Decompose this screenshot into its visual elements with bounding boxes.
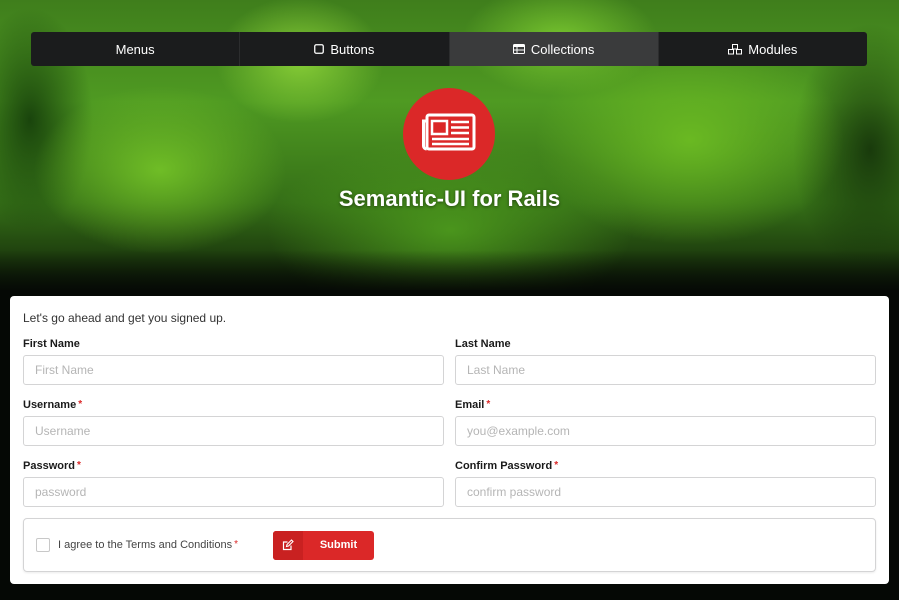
email-label: Email * bbox=[455, 399, 491, 411]
nav-item-label: Menus bbox=[115, 41, 155, 57]
table-icon bbox=[512, 44, 525, 54]
submit-button[interactable]: Submit bbox=[272, 530, 374, 560]
password-field-group: Password * bbox=[23, 460, 444, 507]
nav-item-label: Collections bbox=[530, 41, 595, 57]
account-row: Username* Email* bbox=[23, 399, 876, 446]
square-outline-icon bbox=[314, 44, 325, 54]
first-name-label: First Name bbox=[23, 338, 80, 350]
nav-item-collections[interactable]: Collections bbox=[449, 32, 659, 66]
name-row: First Name Last Name bbox=[23, 338, 876, 385]
confirm-password-field-group: Confirm Password * bbox=[455, 460, 876, 507]
required-marker: * bbox=[486, 399, 491, 410]
terms-checkbox[interactable] bbox=[36, 538, 50, 552]
nav-item-buttons[interactable]: Buttons bbox=[240, 32, 450, 66]
last-name-input[interactable] bbox=[455, 355, 876, 385]
top-nav: Menus Buttons Collections Modules bbox=[31, 32, 867, 66]
nav-item-label: Modules bbox=[748, 41, 798, 57]
password-input[interactable] bbox=[23, 477, 444, 507]
terms-segment: I agree to the Terms and Conditions * Sub… bbox=[23, 518, 876, 572]
edit-icon bbox=[272, 530, 303, 560]
signup-form: Let's go ahead and get you signed up. Fi… bbox=[10, 296, 889, 584]
email-field-group: Email * bbox=[455, 399, 876, 446]
password-label: Password * bbox=[23, 460, 81, 472]
nav-item-modules[interactable]: Modules bbox=[659, 32, 867, 66]
page-title: Semantic-UI for Rails bbox=[338, 186, 561, 211]
last-name-field-group: Last Name bbox=[455, 338, 876, 385]
required-marker: * bbox=[78, 399, 83, 410]
last-name-label: Last Name bbox=[455, 338, 511, 350]
first-name-input[interactable] bbox=[23, 355, 444, 385]
form-intro: Let's go ahead and get you signed up. bbox=[23, 311, 227, 325]
nav-item-menus[interactable]: Menus bbox=[31, 32, 241, 66]
username-input[interactable] bbox=[23, 416, 444, 446]
newspaper-icon bbox=[422, 113, 476, 156]
nav-item-label: Buttons bbox=[330, 41, 375, 57]
username-field-group: Username * bbox=[23, 399, 444, 446]
required-marker: * bbox=[234, 539, 238, 550]
required-marker: * bbox=[76, 460, 81, 471]
cubes-icon bbox=[728, 43, 743, 55]
password-row: Password * Confirm Password * bbox=[23, 460, 876, 507]
email-input[interactable] bbox=[455, 416, 876, 446]
username-label: Username * bbox=[23, 399, 83, 411]
confirm-password-label: Confirm Password * bbox=[455, 460, 559, 472]
first-name-field-group: First Name bbox=[23, 338, 444, 385]
confirm-password-input[interactable] bbox=[455, 477, 876, 507]
terms-label[interactable]: I agree to the Terms and Conditions * bbox=[58, 539, 238, 551]
required-marker: * bbox=[554, 460, 559, 471]
logo bbox=[403, 88, 495, 180]
submit-label: Submit bbox=[319, 539, 358, 551]
